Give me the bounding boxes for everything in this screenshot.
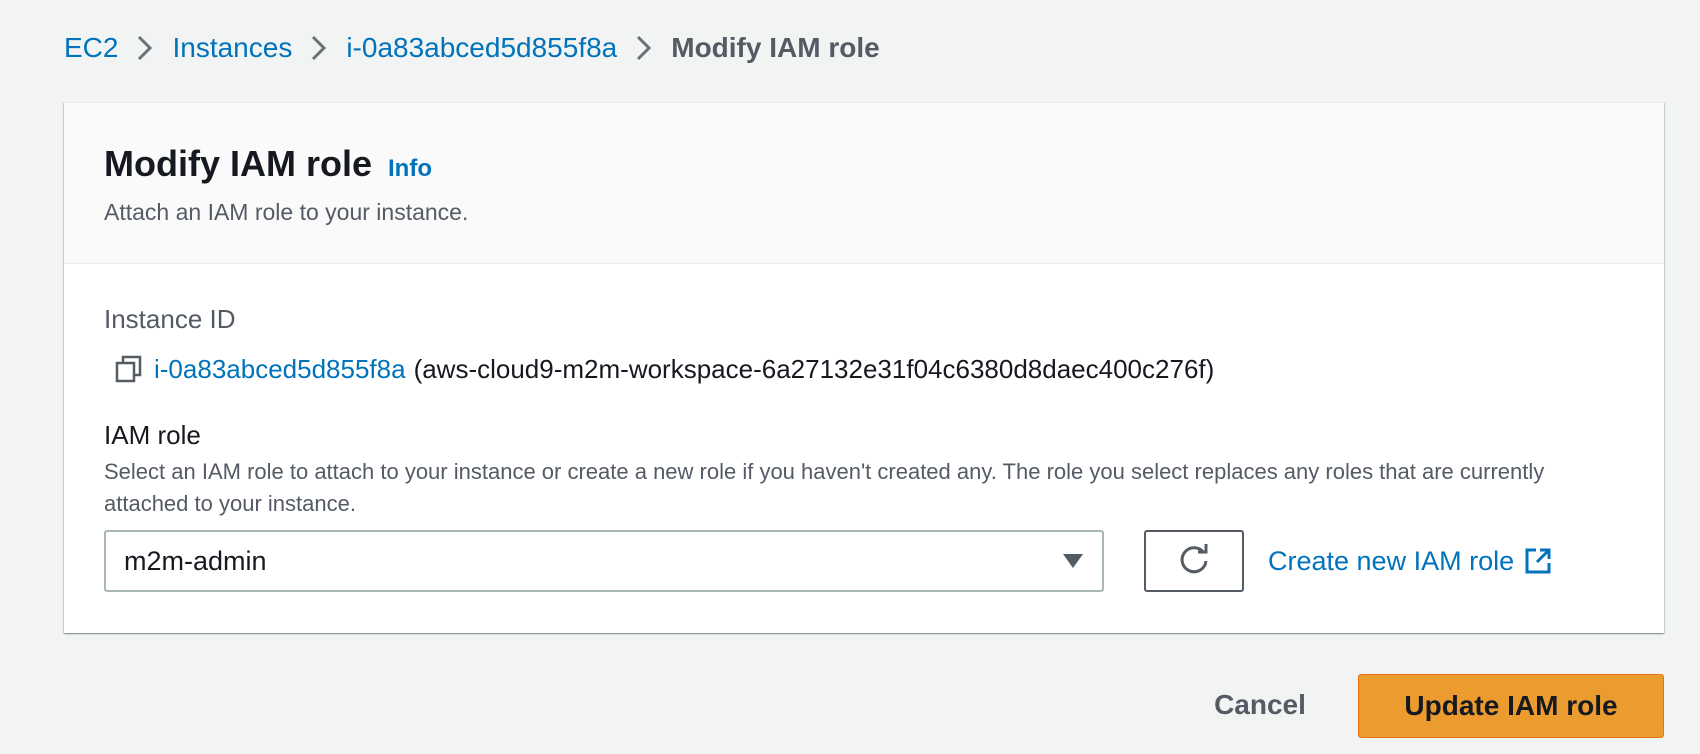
refresh-button[interactable] xyxy=(1144,530,1244,592)
breadcrumb-instance-link[interactable]: i-0a83abced5d855f8a xyxy=(346,28,617,68)
refresh-icon xyxy=(1180,544,1208,574)
page-title: Modify IAM role xyxy=(104,143,372,184)
caret-down-icon xyxy=(1062,553,1084,569)
iam-role-selected-value: m2m-admin xyxy=(124,545,267,576)
breadcrumb: EC2 Instances i-0a83abced5d855f8a Modify… xyxy=(64,28,880,68)
panel-header: Modify IAM role Info Attach an IAM role … xyxy=(64,103,1664,264)
instance-id-link[interactable]: i-0a83abced5d855f8a xyxy=(154,352,406,386)
copy-icon[interactable] xyxy=(114,354,144,384)
instance-id-label: Instance ID xyxy=(104,304,236,334)
info-link[interactable]: Info xyxy=(388,155,432,183)
iam-role-select[interactable]: m2m-admin xyxy=(104,530,1104,592)
modify-iam-role-panel: Modify IAM role Info Attach an IAM role … xyxy=(64,102,1664,633)
breadcrumb-ec2-link[interactable]: EC2 xyxy=(64,28,118,68)
chevron-right-icon xyxy=(617,28,671,68)
chevron-right-icon xyxy=(292,28,346,68)
instance-name: (aws-cloud9-m2m-workspace-6a27132e31f04c… xyxy=(413,354,1215,384)
create-iam-role-link[interactable]: Create new IAM role xyxy=(1268,546,1552,577)
create-iam-role-label: Create new IAM role xyxy=(1268,545,1515,576)
iam-role-controls: m2m-admin Create new IAM role xyxy=(104,530,1624,592)
panel-body: Instance ID i-0a83abced5d855f8a (aws-clo… xyxy=(64,264,1664,592)
breadcrumb-current: Modify IAM role xyxy=(671,32,880,63)
chevron-right-icon xyxy=(118,28,172,68)
update-iam-role-button[interactable]: Update IAM role xyxy=(1358,674,1664,738)
page-description: Attach an IAM role to your instance. xyxy=(104,199,469,225)
iam-role-description: Select an IAM role to attach to your ins… xyxy=(104,459,1545,516)
breadcrumb-instances-link[interactable]: Instances xyxy=(172,28,292,68)
iam-role-label: IAM role xyxy=(104,420,201,450)
external-link-icon xyxy=(1524,547,1552,575)
cancel-button[interactable]: Cancel xyxy=(1190,680,1330,730)
instance-id-row: i-0a83abced5d855f8a (aws-cloud9-m2m-work… xyxy=(104,352,1624,386)
